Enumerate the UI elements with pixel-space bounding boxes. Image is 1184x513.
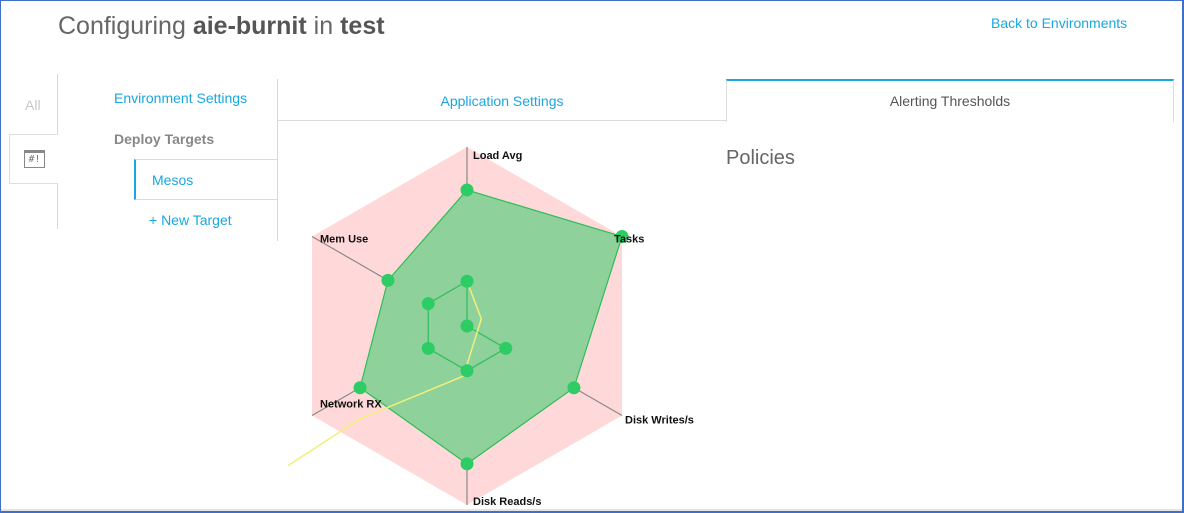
- radar-axis-label: Mem Use: [320, 234, 368, 246]
- environment-name: test: [340, 12, 385, 40]
- tab-application-settings[interactable]: Application Settings: [278, 79, 726, 121]
- shebang-tab[interactable]: #!: [9, 134, 58, 184]
- radar-point[interactable]: [567, 381, 581, 395]
- new-target-link[interactable]: + New Target: [149, 212, 232, 228]
- radar-axis-label: Tasks: [614, 234, 644, 246]
- radar-point[interactable]: [421, 297, 435, 311]
- deploy-targets-heading: Deploy Targets: [114, 131, 215, 147]
- target-item-mesos[interactable]: Mesos: [134, 159, 277, 200]
- title-prefix: Configuring: [58, 12, 186, 40]
- radar-axis-label: Network RX: [320, 399, 382, 411]
- radar-axis-label: Disk Reads/s: [473, 496, 541, 508]
- target-item-label: Mesos: [152, 172, 194, 188]
- leftbar-divider-top: [57, 74, 58, 134]
- environment-settings-link[interactable]: Environment Settings: [114, 90, 247, 106]
- radar-point[interactable]: [460, 457, 474, 471]
- radar-point[interactable]: [381, 273, 395, 287]
- radar-point[interactable]: [460, 319, 474, 333]
- all-tab[interactable]: All: [25, 97, 41, 113]
- radar-point[interactable]: [460, 364, 474, 378]
- app-name: aie-burnit: [192, 12, 307, 40]
- radar-point[interactable]: [353, 381, 367, 395]
- bottom-divider: [1, 509, 1182, 511]
- page-title: Configuring aie-burnit in test: [58, 12, 385, 41]
- tab-alerting-thresholds[interactable]: Alerting Thresholds: [726, 79, 1174, 122]
- shebang-icon: #!: [24, 150, 45, 168]
- radar-point[interactable]: [499, 341, 513, 355]
- policies-heading: Policies: [726, 147, 795, 169]
- back-to-environments-link[interactable]: Back to Environments: [991, 15, 1127, 31]
- radar-point[interactable]: [460, 274, 474, 288]
- leftbar-divider-bottom: [57, 184, 58, 229]
- radar-axis-label: Disk Writes/s: [625, 415, 694, 427]
- title-mid: in: [313, 12, 334, 40]
- radar-chart: Load Avg Tasks Disk Writes/s Disk Reads/s Ne…: [287, 147, 694, 508]
- radar-axis-label: Load Avg: [473, 150, 522, 162]
- radar-point[interactable]: [421, 341, 435, 355]
- radar-point[interactable]: [460, 183, 474, 197]
